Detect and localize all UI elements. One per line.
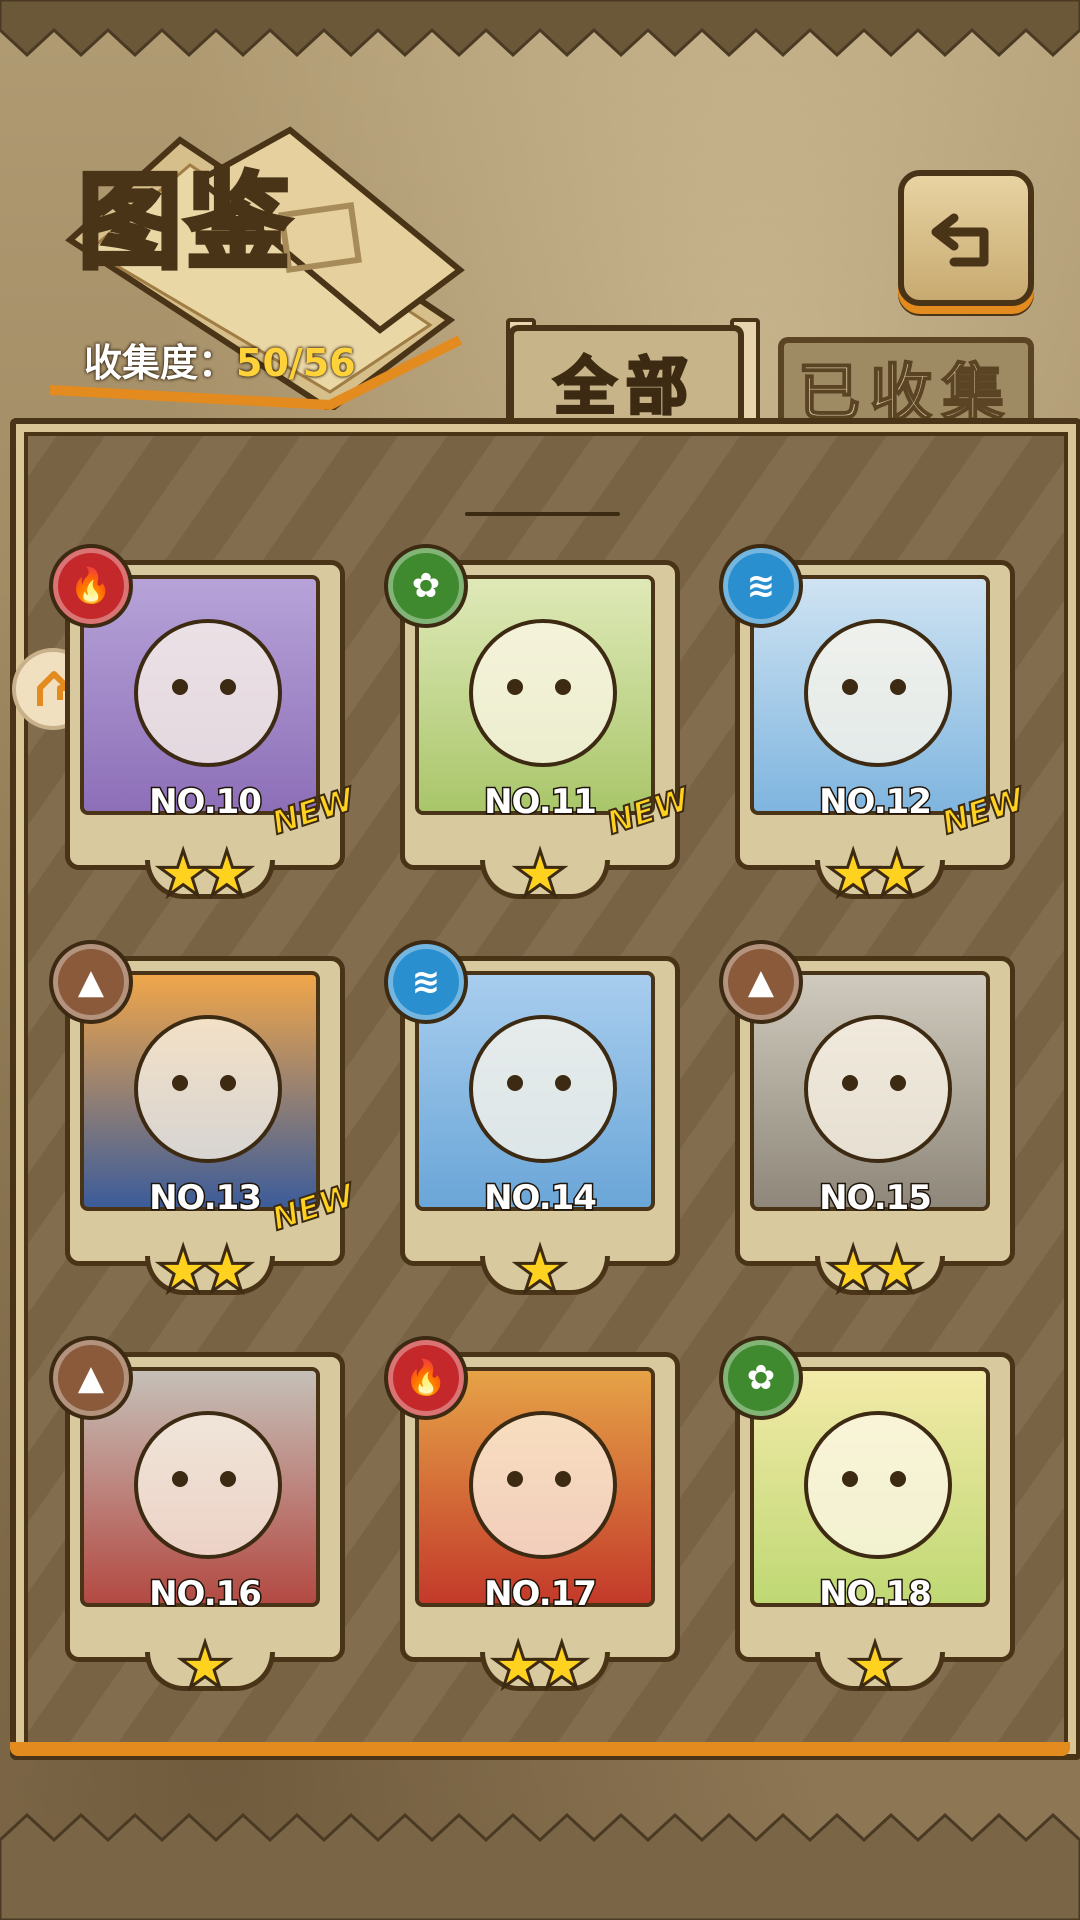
monster-card[interactable]: NO.18 ★ ✿ — [719, 1336, 1015, 1698]
fire-element-icon: 🔥 — [384, 1336, 468, 1420]
character-eye — [842, 1075, 858, 1091]
monster-card[interactable]: NO.12 ★ ★ ≋ NEW — [719, 544, 1030, 906]
character-eye — [507, 1075, 523, 1091]
collection-label: 收集度： — [84, 341, 237, 385]
star-rating: ★ ★ — [735, 1233, 1015, 1306]
earth-element-icon: ▲ — [719, 940, 803, 1024]
character-eye — [890, 1471, 906, 1487]
page-title: 图鉴 — [75, 161, 295, 283]
monster-card[interactable]: NO.16 ★ ▲ — [49, 1336, 345, 1698]
character-eye — [555, 1075, 571, 1091]
character-figure — [469, 1411, 617, 1559]
collection-progress: 收集度：50/56 — [84, 332, 356, 387]
character-eye — [555, 1471, 571, 1487]
monster-card[interactable]: NO.10 ★ ★ 🔥 NEW — [49, 544, 360, 906]
earth-element-icon: ▲ — [49, 1336, 133, 1420]
character-eye — [172, 679, 188, 695]
star-rating: ★ ★ — [65, 1233, 345, 1306]
star-icon: ★ — [868, 837, 927, 910]
star-rating: ★ — [400, 837, 680, 910]
character-eye — [555, 679, 571, 695]
water-element-icon: ≋ — [384, 940, 468, 1024]
star-rating: ★ ★ — [65, 837, 345, 910]
star-icon: ★ — [533, 1629, 592, 1702]
tab-collected[interactable]: 已收集 — [778, 337, 1034, 431]
star-icon: ★ — [868, 1233, 927, 1306]
fire-element-icon: 🔥 — [49, 544, 133, 628]
panel-bottom-edge — [10, 1742, 1070, 1756]
monster-card[interactable]: NO.14 ★ ≋ — [384, 940, 680, 1302]
character-eye — [890, 679, 906, 695]
character-figure — [804, 1411, 952, 1559]
card-number: NO.18 — [818, 1573, 934, 1616]
scroll-indicator — [465, 512, 620, 516]
top-zigzag-border — [0, 0, 1080, 58]
star-icon: ★ — [511, 1233, 570, 1306]
back-button[interactable] — [898, 170, 1034, 306]
character-eye — [220, 1075, 236, 1091]
character-eye — [890, 1075, 906, 1091]
star-rating: ★ ★ — [400, 1629, 680, 1702]
star-icon: ★ — [511, 837, 570, 910]
leaf-element-icon: ✿ — [384, 544, 468, 628]
character-eye — [842, 679, 858, 695]
star-icon: ★ — [198, 1233, 257, 1306]
character-eye — [220, 1471, 236, 1487]
character-eye — [842, 1471, 858, 1487]
star-icon: ★ — [176, 1629, 235, 1702]
monster-card[interactable]: NO.17 ★ ★ 🔥 — [384, 1336, 680, 1698]
character-figure — [469, 1015, 617, 1163]
character-eye — [507, 679, 523, 695]
monster-card[interactable]: NO.11 ★ ✿ NEW — [384, 544, 695, 906]
character-figure — [134, 1411, 282, 1559]
card-number: NO.14 — [483, 1177, 599, 1220]
character-figure — [469, 619, 617, 767]
earth-element-icon: ▲ — [49, 940, 133, 1024]
card-number: NO.16 — [148, 1573, 264, 1616]
tab-all[interactable]: 全部 — [508, 325, 744, 431]
card-number: NO.15 — [818, 1177, 934, 1220]
star-rating: ★ — [735, 1629, 1015, 1702]
water-element-icon: ≋ — [719, 544, 803, 628]
character-eye — [172, 1471, 188, 1487]
monster-card[interactable]: NO.15 ★ ★ ▲ — [719, 940, 1015, 1302]
character-figure — [804, 1015, 952, 1163]
star-icon: ★ — [198, 837, 257, 910]
character-eye — [220, 679, 236, 695]
leaf-element-icon: ✿ — [719, 1336, 803, 1420]
star-rating: ★ — [400, 1233, 680, 1306]
character-figure — [134, 619, 282, 767]
collection-value: 50/56 — [236, 341, 356, 385]
character-figure — [804, 619, 952, 767]
character-eye — [172, 1075, 188, 1091]
star-rating: ★ ★ — [735, 837, 1015, 910]
monster-card[interactable]: NO.13 ★ ★ ▲ NEW — [49, 940, 360, 1302]
card-number: NO.17 — [483, 1573, 599, 1616]
character-figure — [134, 1015, 282, 1163]
character-eye — [507, 1471, 523, 1487]
star-rating: ★ — [65, 1629, 345, 1702]
star-icon: ★ — [846, 1629, 905, 1702]
bottom-zigzag-border — [0, 1812, 1080, 1920]
return-arrow-icon — [931, 213, 989, 267]
